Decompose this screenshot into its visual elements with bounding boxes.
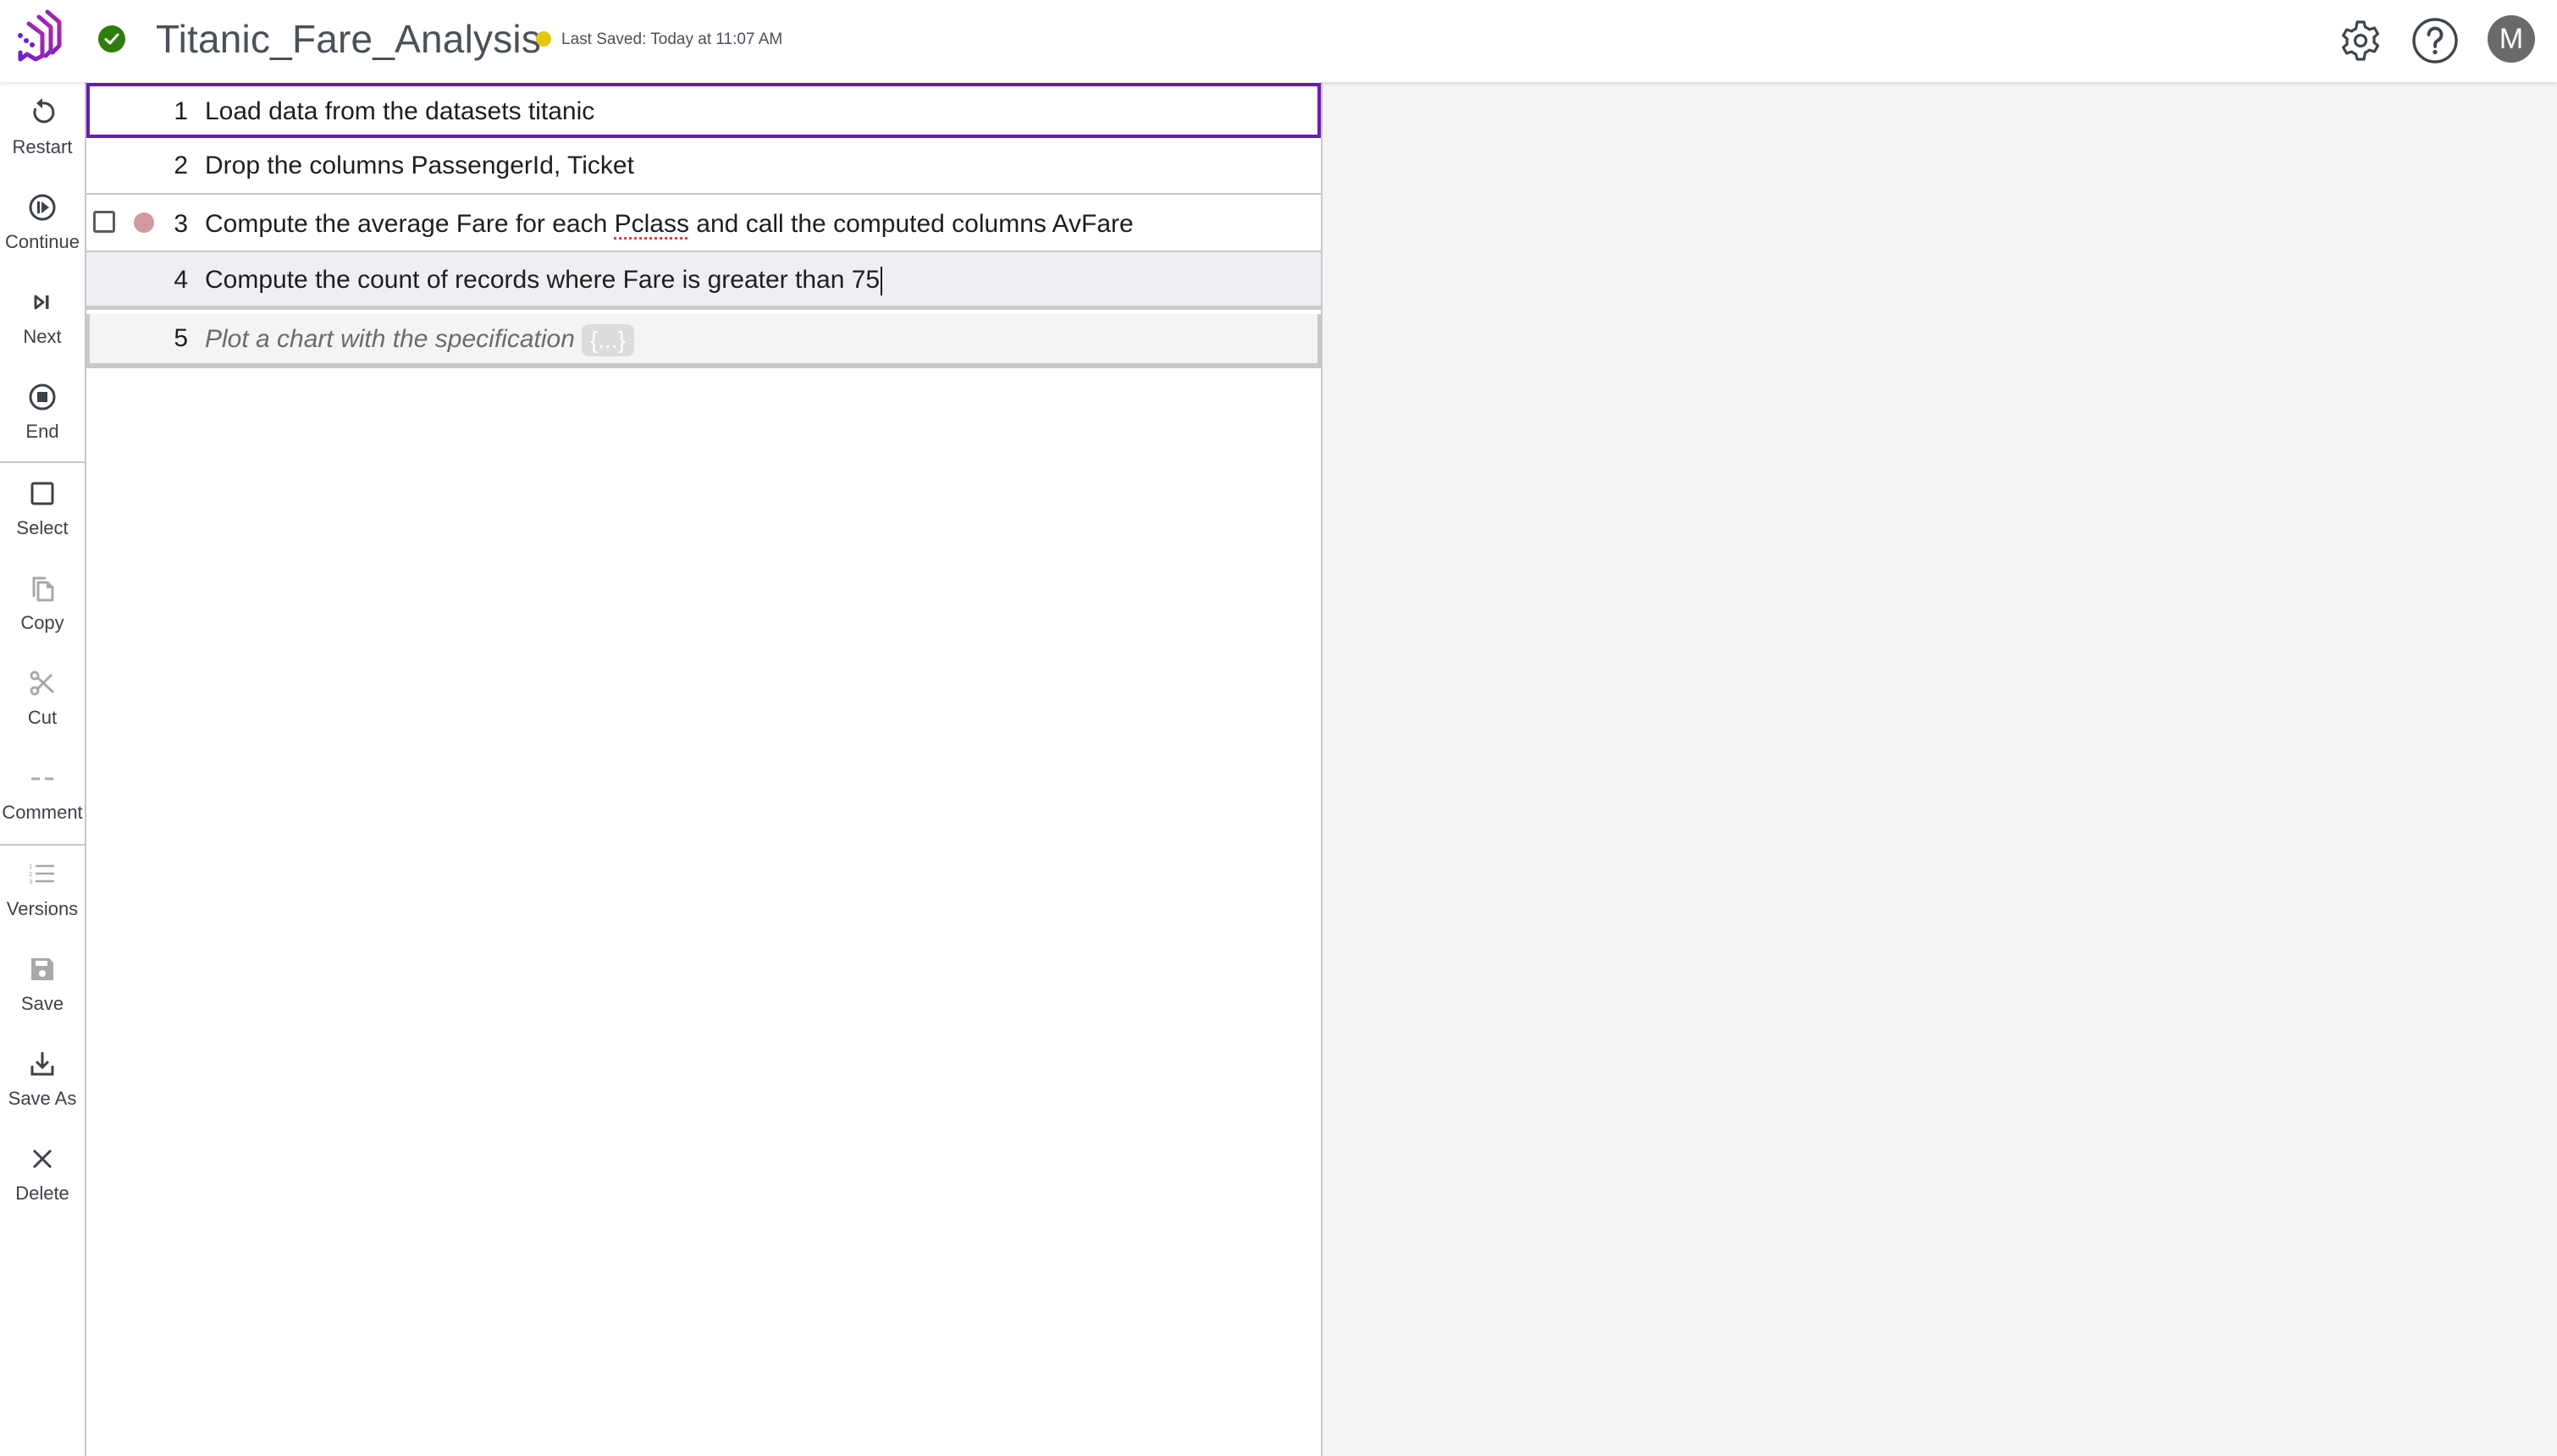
text-caret — [881, 267, 883, 296]
notebook-row[interactable]: 3 Compute the average Fare for each Pcla… — [86, 195, 1321, 252]
sidebar-divider — [0, 461, 85, 463]
delete-button[interactable]: Delete — [0, 1142, 85, 1205]
save-label: Save — [20, 993, 64, 1014]
notebook-title[interactable]: Titanic_Fare_Analysis — [156, 12, 541, 66]
row-number: 3 — [174, 210, 188, 238]
output-panel — [1323, 82, 2557, 1456]
row-text-input[interactable]: Compute the count of records where Fare … — [205, 266, 883, 296]
stop-icon — [29, 383, 56, 411]
comment-button[interactable]: Comment — [0, 761, 85, 824]
notebook-panel: 1 Load data from the datasets titanic 2 … — [86, 82, 1323, 1456]
continue-label: Continue — [4, 231, 80, 252]
row-number: 1 — [174, 97, 188, 125]
select-label: Select — [16, 517, 69, 538]
svg-text:1: 1 — [29, 863, 32, 870]
specification-badge[interactable]: {...} — [581, 324, 634, 356]
row-text-part: Compute the average Fare for each — [205, 210, 615, 238]
row-select-checkbox[interactable] — [93, 211, 115, 233]
svg-text:2: 2 — [29, 871, 32, 878]
breakpoint-dot[interactable] — [134, 212, 154, 233]
restart-label: Restart — [12, 136, 73, 157]
user-avatar[interactable]: M — [2488, 15, 2535, 63]
gear-icon[interactable] — [2337, 17, 2384, 64]
unsaved-indicator — [536, 31, 551, 47]
versions-label: Versions — [6, 898, 79, 919]
save-as-button[interactable]: Save As — [0, 1047, 85, 1110]
cut-button[interactable]: Cut — [0, 666, 85, 729]
row-number: 2 — [174, 152, 188, 179]
comment-dashes-icon — [31, 777, 53, 780]
copy-button[interactable]: Copy — [0, 571, 85, 634]
row-placeholder-text[interactable]: Plot a chart with the specification {...} — [205, 324, 634, 356]
continue-icon — [29, 194, 56, 221]
row-text[interactable]: Compute the average Fare for each Pclass… — [205, 210, 1134, 239]
copy-icon — [32, 576, 54, 602]
save-as-label: Save As — [8, 1088, 77, 1109]
misspelled-word: Pclass — [614, 210, 689, 238]
notebook-row[interactable]: 1 Load data from the datasets titanic — [86, 83, 1321, 138]
app-header: Titanic_Fare_Analysis Last Saved: Today … — [0, 0, 2557, 82]
notebook-row-editing[interactable]: 4 Compute the count of records where Far… — [86, 252, 1321, 310]
row-text[interactable]: Load data from the datasets titanic — [205, 97, 594, 126]
next-label: Next — [23, 326, 62, 347]
save-button[interactable]: Save — [0, 952, 85, 1015]
close-x-icon — [32, 1149, 52, 1169]
help-circle-icon[interactable] — [2411, 17, 2459, 64]
row-text-part: and call the computed columns AvFare — [688, 210, 1134, 238]
comment-label: Comment — [2, 802, 83, 823]
row-number: 4 — [174, 266, 188, 294]
copy-label: Copy — [20, 612, 64, 633]
step-next-icon — [34, 295, 49, 310]
next-button[interactable]: Next — [0, 285, 85, 348]
scissors-icon — [30, 670, 55, 696]
placeholder-label: Plot a chart with the specification — [205, 324, 575, 353]
restart-button[interactable]: Restart — [0, 96, 85, 158]
end-button[interactable]: End — [0, 380, 85, 443]
notebook-row[interactable]: 2 Drop the columns PassengerId, Ticket — [86, 138, 1321, 195]
select-square-icon — [30, 482, 54, 505]
delete-label: Delete — [15, 1183, 69, 1204]
svg-text:3: 3 — [29, 879, 32, 885]
check-circle-icon — [98, 25, 125, 52]
row-text[interactable]: Drop the columns PassengerId, Ticket — [205, 152, 634, 180]
cut-label: Cut — [27, 707, 58, 728]
select-button[interactable]: Select — [0, 477, 85, 539]
chat-stack-logo-icon[interactable] — [12, 7, 66, 64]
versions-button[interactable]: 1 2 3 Versions — [0, 858, 85, 920]
last-saved-status: Last Saved: Today at 11:07 AM — [561, 30, 783, 48]
floppy-disk-icon — [31, 958, 53, 980]
download-tray-icon — [30, 1052, 54, 1076]
restart-icon — [33, 98, 55, 124]
numbered-list-icon: 1 2 3 — [29, 863, 54, 885]
end-label: End — [25, 421, 59, 442]
notebook-row-placeholder[interactable]: 5 Plot a chart with the specification {..… — [86, 314, 1321, 368]
row-text-value: Compute the count of records where Fare … — [205, 266, 881, 294]
sidebar-divider — [0, 844, 85, 846]
row-number: 5 — [174, 324, 188, 352]
action-sidebar: Restart Continue Next End Select Copy Cu… — [0, 82, 86, 1456]
continue-button[interactable]: Continue — [0, 190, 85, 253]
